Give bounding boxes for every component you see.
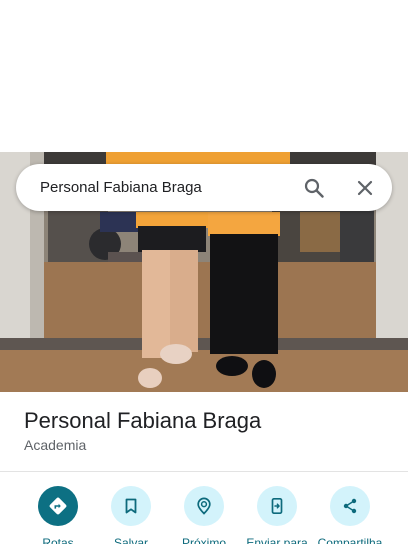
directions-label: Rotas — [42, 536, 74, 544]
search-bar[interactable]: Personal Fabiana Braga — [16, 164, 392, 211]
send-to-phone-label: Enviar para — [246, 536, 308, 544]
share-label: Compartilha — [317, 536, 383, 544]
maps-place-screen: Personal Fabiana Braga Personal Fabiana … — [0, 0, 408, 544]
map-blank-area — [0, 0, 408, 152]
close-icon[interactable] — [353, 176, 377, 200]
save-label: Salvar — [113, 536, 148, 544]
search-icon[interactable] — [302, 176, 326, 200]
bookmark-icon — [111, 486, 151, 526]
directions-icon — [38, 486, 78, 526]
nearby-button[interactable]: Próximo — [164, 486, 244, 544]
send-to-phone-icon — [257, 486, 297, 526]
divider — [0, 471, 408, 472]
share-icon — [330, 486, 370, 526]
action-bar: Rotas Salvar Próximo Enviar para Compart… — [0, 486, 408, 544]
send-to-phone-button[interactable]: Enviar para — [237, 486, 317, 544]
directions-button[interactable]: Rotas — [18, 486, 98, 544]
search-input[interactable]: Personal Fabiana Braga — [40, 179, 302, 196]
share-button[interactable]: Compartilha — [310, 486, 390, 544]
save-button[interactable]: Salvar — [91, 486, 171, 544]
place-category: Academia — [24, 437, 87, 453]
nearby-label: Próximo — [181, 536, 226, 544]
place-title: Personal Fabiana Braga — [24, 408, 262, 433]
nearby-icon — [184, 486, 224, 526]
